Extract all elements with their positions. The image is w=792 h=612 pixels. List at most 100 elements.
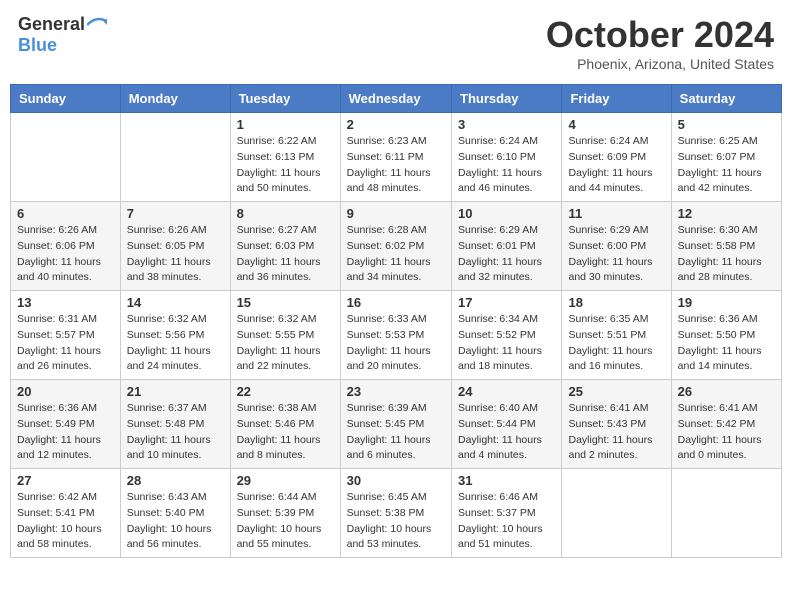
daylight-text: Daylight: 11 hours and 0 minutes.: [678, 434, 762, 462]
calendar-cell: 26 Sunrise: 6:41 AM Sunset: 5:42 PM Dayl…: [671, 380, 781, 469]
weekday-header-wednesday: Wednesday: [340, 85, 451, 113]
daylight-text: Daylight: 11 hours and 18 minutes.: [458, 345, 542, 373]
cell-content: Sunrise: 6:27 AM Sunset: 6:03 PM Dayligh…: [237, 223, 334, 286]
cell-content: Sunrise: 6:36 AM Sunset: 5:49 PM Dayligh…: [17, 401, 114, 464]
day-number: 18: [568, 295, 664, 310]
calendar-cell: 24 Sunrise: 6:40 AM Sunset: 5:44 PM Dayl…: [452, 380, 562, 469]
daylight-text: Daylight: 11 hours and 6 minutes.: [347, 434, 431, 462]
day-number: 10: [458, 206, 555, 221]
calendar-cell: [120, 113, 230, 202]
calendar-cell: 18 Sunrise: 6:35 AM Sunset: 5:51 PM Dayl…: [562, 291, 671, 380]
day-number: 23: [347, 384, 445, 399]
sunset-text: Sunset: 5:49 PM: [17, 418, 95, 430]
daylight-text: Daylight: 11 hours and 14 minutes.: [678, 345, 762, 373]
sunset-text: Sunset: 5:41 PM: [17, 507, 95, 519]
daylight-text: Daylight: 11 hours and 12 minutes.: [17, 434, 101, 462]
day-number: 27: [17, 473, 114, 488]
day-number: 21: [127, 384, 224, 399]
cell-content: Sunrise: 6:33 AM Sunset: 5:53 PM Dayligh…: [347, 312, 445, 375]
calendar-cell: 17 Sunrise: 6:34 AM Sunset: 5:52 PM Dayl…: [452, 291, 562, 380]
sunset-text: Sunset: 6:06 PM: [17, 240, 95, 252]
daylight-text: Daylight: 11 hours and 10 minutes.: [127, 434, 211, 462]
daylight-text: Daylight: 11 hours and 32 minutes.: [458, 256, 542, 284]
cell-content: Sunrise: 6:44 AM Sunset: 5:39 PM Dayligh…: [237, 490, 334, 553]
sunset-text: Sunset: 5:57 PM: [17, 329, 95, 341]
cell-content: Sunrise: 6:37 AM Sunset: 5:48 PM Dayligh…: [127, 401, 224, 464]
daylight-text: Daylight: 11 hours and 44 minutes.: [568, 167, 652, 195]
sunset-text: Sunset: 5:38 PM: [347, 507, 425, 519]
logo-general-text: General: [18, 14, 85, 35]
calendar-cell: 31 Sunrise: 6:46 AM Sunset: 5:37 PM Dayl…: [452, 469, 562, 558]
sunset-text: Sunset: 5:55 PM: [237, 329, 315, 341]
calendar-week-row: 20 Sunrise: 6:36 AM Sunset: 5:49 PM Dayl…: [11, 380, 782, 469]
cell-content: Sunrise: 6:34 AM Sunset: 5:52 PM Dayligh…: [458, 312, 555, 375]
cell-content: Sunrise: 6:24 AM Sunset: 6:10 PM Dayligh…: [458, 134, 555, 197]
sunrise-text: Sunrise: 6:35 AM: [568, 313, 648, 325]
daylight-text: Daylight: 11 hours and 42 minutes.: [678, 167, 762, 195]
cell-content: Sunrise: 6:25 AM Sunset: 6:07 PM Dayligh…: [678, 134, 775, 197]
sunset-text: Sunset: 5:53 PM: [347, 329, 425, 341]
calendar-cell: 10 Sunrise: 6:29 AM Sunset: 6:01 PM Dayl…: [452, 202, 562, 291]
month-title: October 2024: [546, 14, 774, 56]
sunrise-text: Sunrise: 6:29 AM: [458, 224, 538, 236]
sunset-text: Sunset: 6:10 PM: [458, 151, 536, 163]
sunrise-text: Sunrise: 6:41 AM: [678, 402, 758, 414]
sunset-text: Sunset: 5:43 PM: [568, 418, 646, 430]
day-number: 12: [678, 206, 775, 221]
sunset-text: Sunset: 6:05 PM: [127, 240, 205, 252]
daylight-text: Daylight: 11 hours and 2 minutes.: [568, 434, 652, 462]
sunset-text: Sunset: 5:44 PM: [458, 418, 536, 430]
calendar-cell: 19 Sunrise: 6:36 AM Sunset: 5:50 PM Dayl…: [671, 291, 781, 380]
daylight-text: Daylight: 10 hours and 55 minutes.: [237, 523, 322, 551]
sunrise-text: Sunrise: 6:40 AM: [458, 402, 538, 414]
logo: General Blue: [18, 14, 107, 56]
calendar-cell: 15 Sunrise: 6:32 AM Sunset: 5:55 PM Dayl…: [230, 291, 340, 380]
daylight-text: Daylight: 11 hours and 22 minutes.: [237, 345, 321, 373]
sunrise-text: Sunrise: 6:24 AM: [568, 135, 648, 147]
day-number: 9: [347, 206, 445, 221]
cell-content: Sunrise: 6:40 AM Sunset: 5:44 PM Dayligh…: [458, 401, 555, 464]
location-title: Phoenix, Arizona, United States: [546, 56, 774, 72]
day-number: 3: [458, 117, 555, 132]
daylight-text: Daylight: 11 hours and 36 minutes.: [237, 256, 321, 284]
logo-blue-text: Blue: [18, 35, 57, 56]
calendar-cell: 21 Sunrise: 6:37 AM Sunset: 5:48 PM Dayl…: [120, 380, 230, 469]
calendar-table: SundayMondayTuesdayWednesdayThursdayFrid…: [10, 84, 782, 558]
calendar-cell: 9 Sunrise: 6:28 AM Sunset: 6:02 PM Dayli…: [340, 202, 451, 291]
sunrise-text: Sunrise: 6:31 AM: [17, 313, 97, 325]
daylight-text: Daylight: 11 hours and 30 minutes.: [568, 256, 652, 284]
sunrise-text: Sunrise: 6:39 AM: [347, 402, 427, 414]
title-section: October 2024 Phoenix, Arizona, United St…: [546, 14, 774, 72]
cell-content: Sunrise: 6:26 AM Sunset: 6:06 PM Dayligh…: [17, 223, 114, 286]
day-number: 1: [237, 117, 334, 132]
daylight-text: Daylight: 11 hours and 38 minutes.: [127, 256, 211, 284]
day-number: 20: [17, 384, 114, 399]
sunrise-text: Sunrise: 6:38 AM: [237, 402, 317, 414]
daylight-text: Daylight: 10 hours and 56 minutes.: [127, 523, 212, 551]
sunrise-text: Sunrise: 6:30 AM: [678, 224, 758, 236]
sunset-text: Sunset: 5:40 PM: [127, 507, 205, 519]
calendar-cell: 23 Sunrise: 6:39 AM Sunset: 5:45 PM Dayl…: [340, 380, 451, 469]
sunset-text: Sunset: 5:39 PM: [237, 507, 315, 519]
sunrise-text: Sunrise: 6:24 AM: [458, 135, 538, 147]
calendar-week-row: 6 Sunrise: 6:26 AM Sunset: 6:06 PM Dayli…: [11, 202, 782, 291]
daylight-text: Daylight: 11 hours and 48 minutes.: [347, 167, 431, 195]
daylight-text: Daylight: 11 hours and 40 minutes.: [17, 256, 101, 284]
calendar-cell: 13 Sunrise: 6:31 AM Sunset: 5:57 PM Dayl…: [11, 291, 121, 380]
sunrise-text: Sunrise: 6:32 AM: [127, 313, 207, 325]
cell-content: Sunrise: 6:42 AM Sunset: 5:41 PM Dayligh…: [17, 490, 114, 553]
cell-content: Sunrise: 6:38 AM Sunset: 5:46 PM Dayligh…: [237, 401, 334, 464]
daylight-text: Daylight: 10 hours and 53 minutes.: [347, 523, 432, 551]
sunrise-text: Sunrise: 6:29 AM: [568, 224, 648, 236]
calendar-cell: 7 Sunrise: 6:26 AM Sunset: 6:05 PM Dayli…: [120, 202, 230, 291]
sunset-text: Sunset: 6:01 PM: [458, 240, 536, 252]
cell-content: Sunrise: 6:32 AM Sunset: 5:55 PM Dayligh…: [237, 312, 334, 375]
day-number: 2: [347, 117, 445, 132]
sunset-text: Sunset: 5:48 PM: [127, 418, 205, 430]
calendar-cell: 5 Sunrise: 6:25 AM Sunset: 6:07 PM Dayli…: [671, 113, 781, 202]
daylight-text: Daylight: 11 hours and 34 minutes.: [347, 256, 431, 284]
calendar-week-row: 1 Sunrise: 6:22 AM Sunset: 6:13 PM Dayli…: [11, 113, 782, 202]
day-number: 22: [237, 384, 334, 399]
daylight-text: Daylight: 11 hours and 8 minutes.: [237, 434, 321, 462]
sunrise-text: Sunrise: 6:23 AM: [347, 135, 427, 147]
